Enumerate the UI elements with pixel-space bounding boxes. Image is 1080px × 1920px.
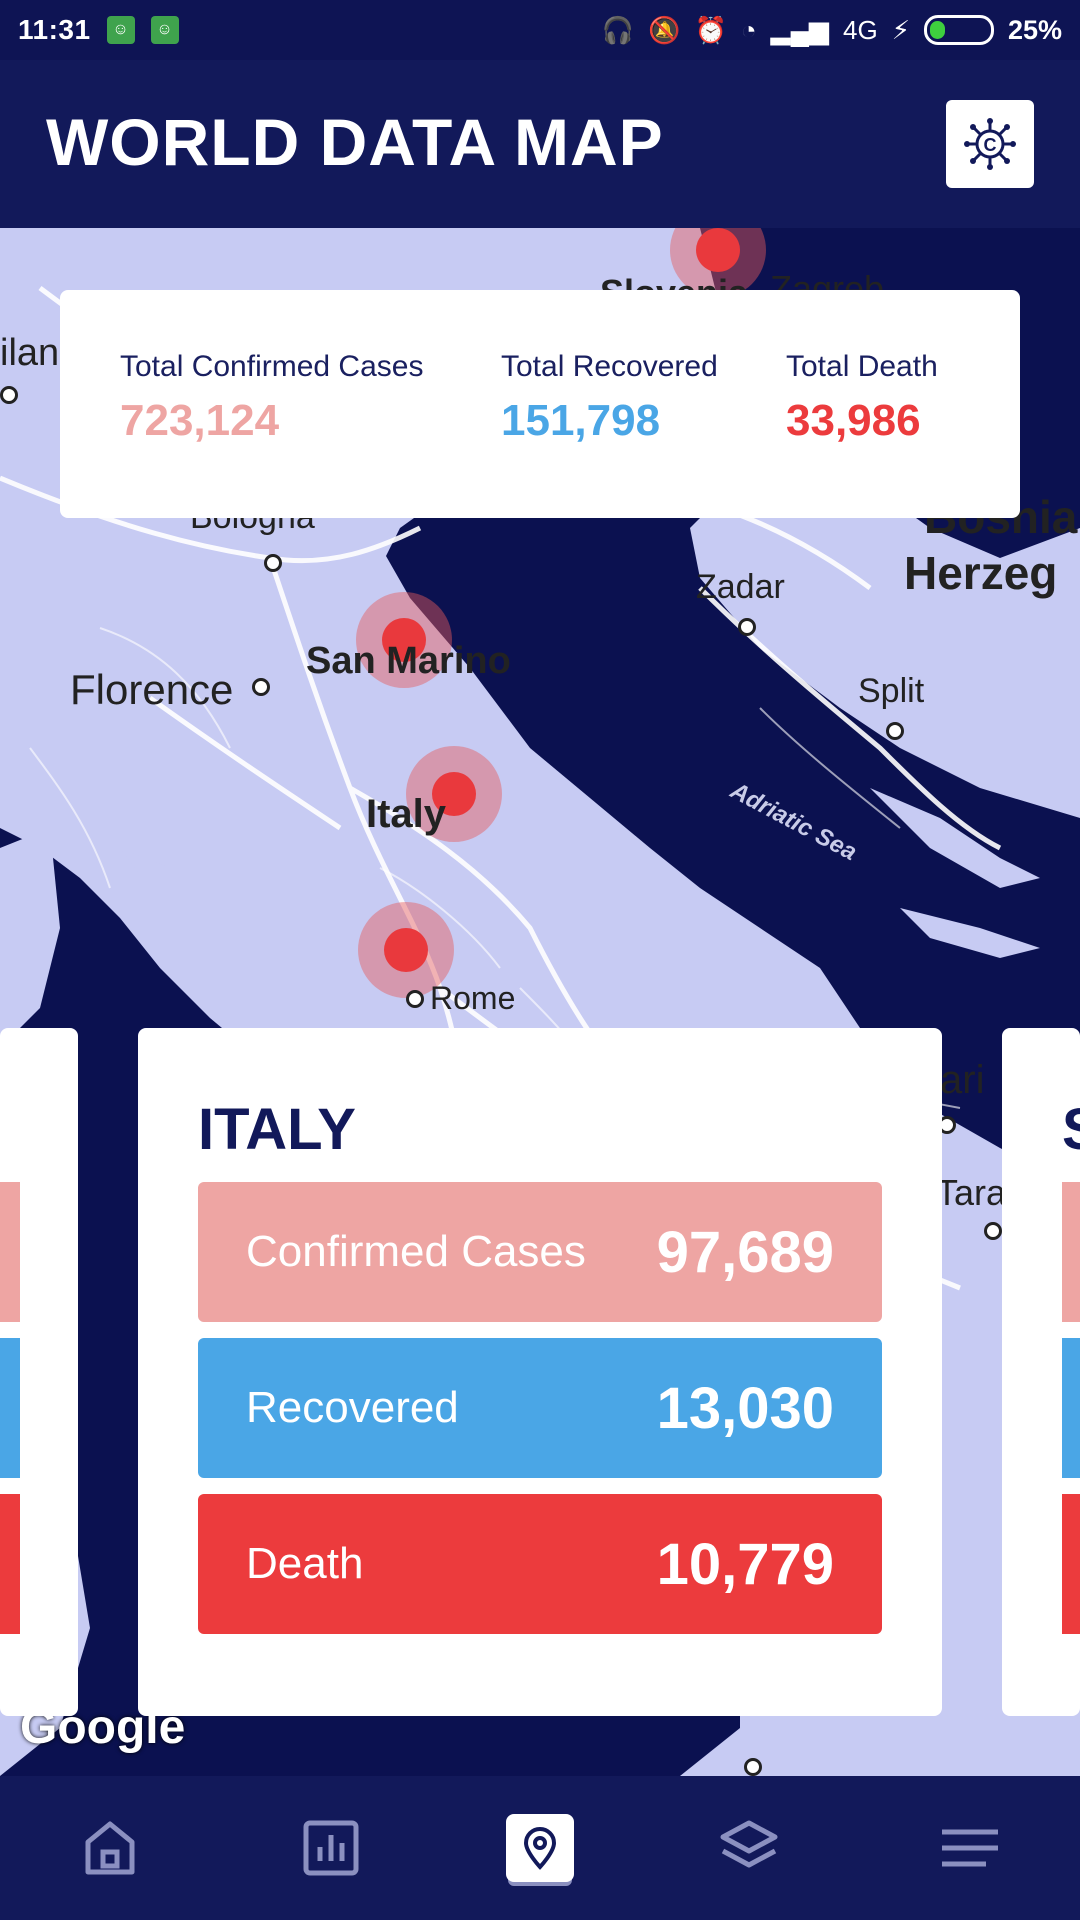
city-marker [406,990,424,1008]
map-label-italy: Italy [366,792,447,836]
confirmed-cases-row: Confirmed Cases 97,689 [198,1182,882,1322]
nav-layers[interactable] [704,1803,794,1893]
city-marker [252,678,270,696]
recovered-value: 13,030 [656,1375,834,1441]
previous-country-card[interactable] [0,1028,78,1716]
map-label-zadar: Zadar [696,568,785,606]
map-label-split: Split [858,672,925,710]
confirmed-cases-value: 97,689 [656,1219,834,1285]
network-type: 4G [843,14,878,45]
nav-map[interactable] [505,1814,574,1882]
total-death-label: Total Death [786,350,938,383]
home-icon [85,1821,135,1875]
city-marker [984,1222,1002,1240]
mute-icon: 🔕 [648,14,681,45]
total-confirmed-value: 723,124 [120,396,280,445]
status-time: 11:31 [18,14,91,45]
recovered-row: Recovered 13,030 [198,1338,882,1478]
nav-statistics[interactable] [286,1803,376,1893]
city-marker [738,618,756,636]
map-label-rome: Rome [430,980,516,1016]
page-title: WORLD DATA MAP [46,105,664,179]
city-marker [0,386,18,404]
charging-icon: ⚡ [891,14,910,45]
wifi-icon: ◔ [740,14,757,45]
battery-percent: 25% [1007,14,1062,45]
layers-icon [720,1820,778,1868]
city-marker [264,554,282,572]
headphones-icon: 🎧 [601,14,635,45]
country-name: ITALY [198,1097,356,1162]
total-confirmed-label: Total Confirmed Cases [120,350,424,383]
recovered-label: Recovered [246,1383,459,1432]
total-confirmed: Total Confirmed Cases 723,124 [120,350,423,446]
map-label-bari: ari [940,1058,985,1102]
nav-menu[interactable] [925,1803,1015,1893]
map-label-taranto: Tara [936,1172,1007,1213]
notification-app-icon: ☺ [150,16,179,44]
city-marker [886,722,904,740]
city-marker [744,1758,762,1776]
confirmed-cases-label: Confirmed Cases [246,1227,586,1276]
menu-icon [941,1829,998,1867]
total-recovered-value: 151,798 [501,396,661,445]
virus-button[interactable]: C [946,100,1034,188]
death-value: 10,779 [656,1531,834,1597]
global-summary-card: Total Confirmed Cases 723,124 Total Reco… [60,290,1020,518]
total-death: Total Death 33,986 [786,350,938,446]
alarm-icon: ⏰ [694,14,727,45]
map-label-herzegovina: Herzeg [904,547,1058,599]
map-label-milan: ilan [0,332,60,374]
next-country-card[interactable]: S [1002,1028,1080,1716]
country-card[interactable]: ITALY Confirmed Cases 97,689 Recovered 1… [138,1028,942,1716]
status-bar: 11:31 ☺ ☺ 🎧 🔕 ⏰ ◔ ▂▄▆ 4G ⚡ 25% [0,0,1080,60]
svg-text:C: C [984,135,997,155]
total-recovered-label: Total Recovered [501,350,718,383]
next-country-initial: S [1062,1096,1080,1163]
total-death-value: 33,986 [786,396,921,445]
virus-icon: C [964,118,1016,170]
total-recovered: Total Recovered 151,798 [501,350,718,446]
notification-app-icon: ☺ [106,16,135,44]
signal-icon: ▂▄▆ [770,14,829,45]
battery-level [929,21,945,39]
death-label: Death [246,1539,364,1588]
battery-icon [923,15,994,45]
bar-chart-icon [303,1820,359,1876]
app-header: WORLD DATA MAP C [0,60,1080,228]
death-row: Death 10,779 [198,1494,882,1634]
map-label-san-marino: San Marino [306,640,511,682]
map-pin-icon [523,1827,556,1870]
map-label-florence: Florence [70,666,234,713]
bottom-navigation [0,1776,1080,1920]
nav-home[interactable] [65,1803,155,1893]
